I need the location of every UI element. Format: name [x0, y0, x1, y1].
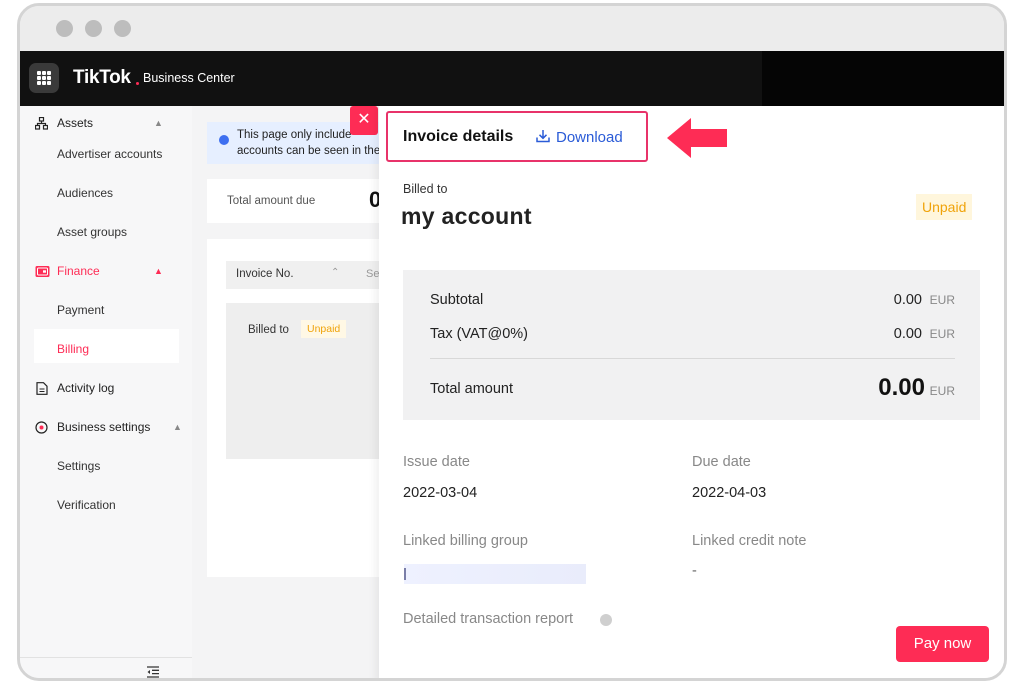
- window-chrome: [20, 6, 1004, 51]
- subtotal-currency: EUR: [929, 293, 955, 307]
- browser-window: TikTok Business Center Assets ▲ Advertis…: [17, 3, 1007, 681]
- status-badge: Unpaid: [916, 194, 973, 220]
- sidebar-item-payment[interactable]: Payment: [20, 293, 180, 327]
- sidebar-item-label: Advertiser accounts: [57, 147, 163, 161]
- sidebar-footer-divider: [20, 657, 192, 658]
- total-amount-label: Total amount: [430, 381, 514, 397]
- document-icon: [35, 381, 48, 395]
- sidebar-item-verification[interactable]: Verification: [20, 488, 180, 522]
- window-maximize-dot[interactable]: [114, 20, 131, 37]
- sidebar-item-label: Verification: [57, 498, 116, 512]
- row-billed-to-label: Billed to: [248, 324, 289, 336]
- sidebar-item-billing[interactable]: Billing: [20, 332, 180, 366]
- sidebar-item-settings[interactable]: Settings: [20, 449, 180, 483]
- sidebar-item-activity-log[interactable]: Activity log: [20, 371, 180, 405]
- info-icon: [219, 135, 229, 145]
- sidebar-item-label: Settings: [57, 459, 101, 473]
- topbar-right-area: [762, 51, 1004, 106]
- invoice-table-card: Invoice No. ⌃ Se Billed to Unpaid: [207, 239, 397, 577]
- linked-credit-note-label: Linked credit note: [692, 533, 807, 549]
- detailed-report-label: Detailed transaction report: [403, 611, 574, 627]
- linked-billing-group-value-redacted[interactable]: [404, 564, 586, 584]
- column-header-invoice-no[interactable]: Invoice No.: [236, 268, 294, 280]
- pay-now-button[interactable]: Pay now: [896, 626, 989, 662]
- table-row[interactable]: Billed to Unpaid: [226, 303, 396, 459]
- chevron-up-icon: ▲: [154, 118, 163, 128]
- settings-icon: [35, 420, 48, 434]
- pointer-arrow-icon: [667, 118, 727, 158]
- tax-label: Tax (VAT@0%): [430, 326, 528, 342]
- sidebar-item-advertiser-accounts[interactable]: Advertiser accounts: [20, 137, 180, 171]
- download-icon[interactable]: [535, 128, 551, 144]
- close-drawer-button[interactable]: ✕: [350, 106, 378, 135]
- table-header: Invoice No. ⌃ Se: [226, 261, 396, 289]
- tax-value: 0.00: [893, 326, 922, 342]
- billed-to-label: Billed to: [403, 182, 448, 196]
- assets-icon: [34, 116, 49, 130]
- tax-currency: EUR: [929, 327, 955, 341]
- sidebar-item-finance[interactable]: Finance ▲: [20, 254, 180, 288]
- linked-credit-note-value: -: [692, 563, 697, 579]
- sidebar-item-assets[interactable]: Assets ▲: [20, 106, 180, 140]
- sidebar-item-label: Finance: [57, 264, 100, 278]
- sort-icon[interactable]: ⌃: [331, 267, 339, 278]
- sidebar-item-business-settings[interactable]: Business settings ▲: [20, 410, 182, 444]
- chevron-up-icon: ▲: [173, 422, 182, 432]
- sidebar-item-label: Activity log: [57, 381, 115, 395]
- sidebar-item-label: Business settings: [57, 420, 151, 434]
- sidebar-item-label: Billing: [57, 342, 90, 356]
- sidebar-item-label: Audiences: [57, 186, 114, 200]
- top-navigation-bar: TikTok Business Center: [20, 51, 1004, 106]
- invoice-details-drawer: Invoice details Download Billed to my ac…: [379, 106, 1004, 678]
- status-badge: Unpaid: [301, 320, 347, 338]
- grid-icon[interactable]: [29, 63, 59, 93]
- subtotal-value: 0.00: [893, 292, 922, 308]
- sidebar-item-label: Assets: [57, 116, 94, 130]
- sidebar-item-label: Asset groups: [57, 225, 128, 239]
- total-due-card: Total amount due 0: [207, 179, 397, 223]
- column-header-partial: Se: [366, 268, 380, 280]
- linked-billing-group-label: Linked billing group: [403, 533, 528, 549]
- subtotal-label: Subtotal: [430, 292, 484, 308]
- tiktok-logo[interactable]: TikTok: [73, 67, 131, 89]
- window-minimize-dot[interactable]: [85, 20, 102, 37]
- logo-subtitle: Business Center: [143, 71, 235, 85]
- issue-date-value: 2022-03-04: [403, 485, 478, 501]
- wallet-icon: [35, 265, 50, 278]
- account-name: my account: [401, 203, 532, 229]
- amount-summary-box: Subtotal 0.00 EUR Tax (VAT@0%) 0.00 EUR …: [403, 270, 980, 420]
- sidebar-item-audiences[interactable]: Audiences: [20, 176, 180, 210]
- drawer-title: Invoice details: [403, 128, 514, 145]
- sidebar-item-label: Payment: [57, 303, 105, 317]
- info-banner-line-2: accounts can be seen in the: [237, 145, 381, 157]
- help-icon[interactable]: [600, 614, 612, 626]
- chevron-up-icon: ▲: [154, 266, 163, 276]
- logo-accent-dot: [136, 82, 139, 85]
- issue-date-label: Issue date: [403, 454, 470, 470]
- download-link[interactable]: Download: [556, 129, 623, 146]
- summary-divider: [430, 358, 955, 359]
- sidebar-item-asset-groups[interactable]: Asset groups: [20, 215, 180, 249]
- total-currency: EUR: [929, 384, 955, 398]
- total-amount-value: 0.00: [878, 374, 925, 401]
- close-icon: ✕: [357, 111, 371, 128]
- window-close-dot[interactable]: [56, 20, 73, 37]
- collapse-sidebar-icon[interactable]: [146, 666, 160, 678]
- sidebar: Assets ▲ Advertiser accounts Audiences A…: [20, 106, 192, 678]
- due-date-label: Due date: [692, 454, 751, 470]
- total-due-label: Total amount due: [227, 195, 316, 207]
- due-date-value: 2022-04-03: [692, 485, 767, 501]
